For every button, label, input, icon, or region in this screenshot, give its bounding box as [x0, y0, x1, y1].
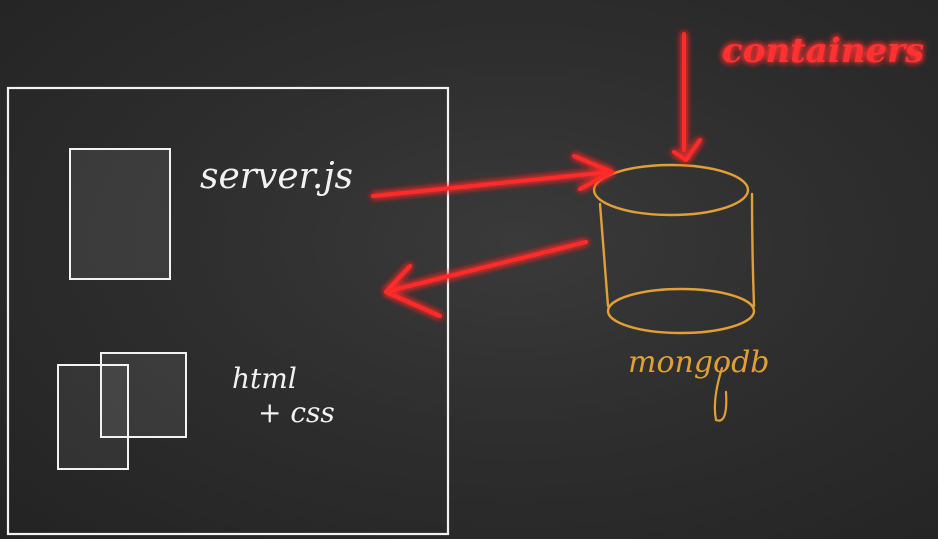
css-label: + css: [258, 396, 335, 429]
neon-arrows: [371, 32, 702, 318]
response-arrow: [387, 240, 588, 293]
mongodb-cylinder: [592, 163, 756, 335]
mongodb-label: mongodb: [628, 345, 770, 380]
whiteboard: server.js html + css mongodb containers: [0, 0, 938, 539]
containers-label: containers: [722, 31, 924, 71]
page-window-front: [100, 352, 187, 438]
diagram-canvas: server.js html + css mongodb containers: [6, 31, 924, 536]
containers-arrowhead: [672, 138, 702, 162]
request-arrow: [371, 170, 612, 198]
server-js-label: server.js: [200, 156, 353, 197]
server-window: [69, 148, 171, 280]
html-label: html: [232, 362, 297, 395]
